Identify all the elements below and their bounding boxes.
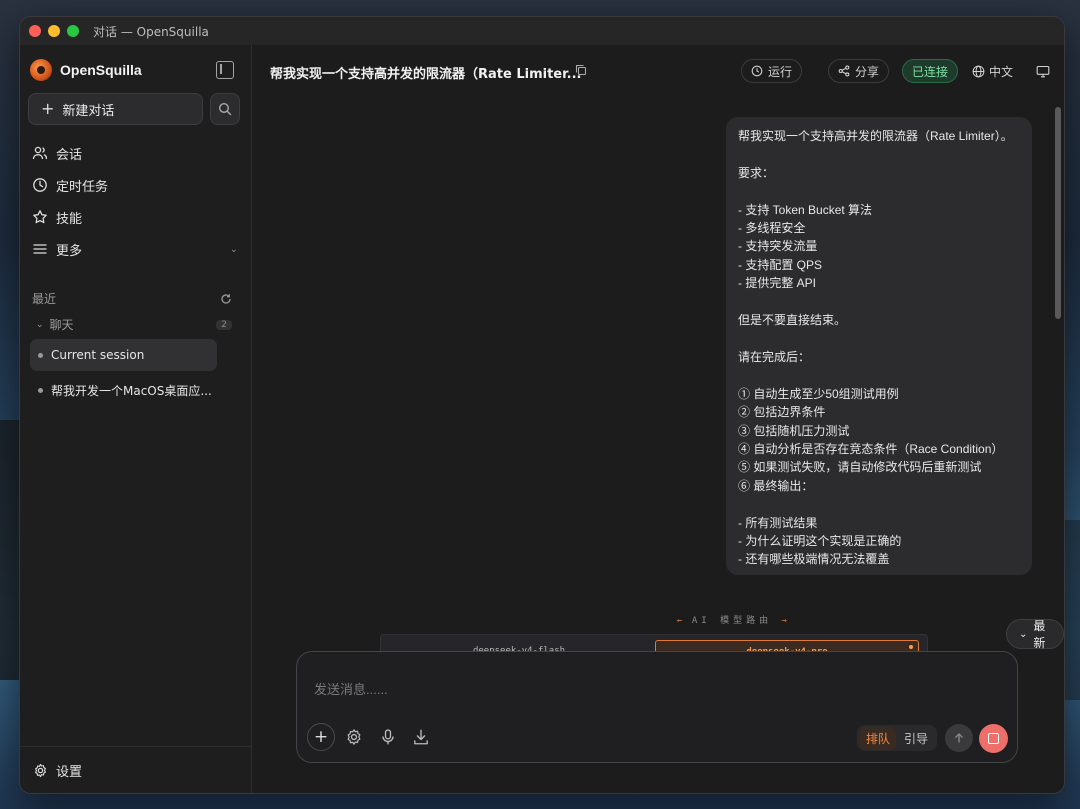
display-button[interactable] — [1036, 59, 1050, 83]
sidebar-item-label: 技能 — [56, 211, 83, 227]
settings-button[interactable]: 设置 — [20, 746, 251, 793]
share-label: 分享 — [855, 64, 880, 79]
new-chat-button[interactable]: + 新建对话 — [28, 93, 203, 125]
chevron-down-icon: ⌄ — [229, 243, 238, 255]
group-label: 聊天 — [49, 318, 74, 332]
mode-queue-option[interactable]: 排队 — [860, 726, 897, 750]
language-label: 中文 — [989, 64, 1014, 79]
mode-guide-option[interactable]: 引导 — [898, 727, 934, 750]
share-button[interactable]: 分享 — [828, 59, 890, 83]
session-label: Current session — [51, 348, 145, 362]
window-title: 对话 — OpenSquilla — [93, 25, 209, 39]
run-label: 运行 — [768, 64, 793, 79]
share-icon — [838, 65, 850, 77]
sidebar-toggle-icon[interactable] — [216, 61, 234, 79]
zoom-window-button[interactable] — [67, 25, 79, 37]
arrow-up-icon — [955, 733, 963, 743]
message-input[interactable] — [312, 668, 996, 710]
session-dot-icon — [38, 387, 43, 393]
plus-icon: + — [313, 727, 329, 747]
new-chat-label: 新建对话 — [62, 103, 115, 119]
globe-icon — [972, 65, 985, 77]
brand: OpenSquilla — [30, 59, 142, 81]
search-icon — [218, 102, 232, 116]
conversation-header: 帮我实现一个支持高并发的限流器（Rate Limiter... 运行 分享 已连… — [252, 45, 1064, 95]
connection-status-label: 已连接 — [912, 64, 949, 79]
star-icon — [33, 210, 47, 224]
user-message-bubble: 帮我实现一个支持高并发的限流器（Rate Limiter）。 要求： - 支持 … — [726, 117, 1032, 575]
sidebar-item-scheduled-tasks[interactable]: 定时任务 — [32, 169, 242, 201]
minimize-window-button[interactable] — [48, 25, 60, 37]
sidebar-item-label: 会话 — [56, 147, 83, 163]
clock-icon — [751, 65, 763, 77]
sidebar-item-label: 更多 — [56, 243, 83, 259]
group-chat[interactable]: ⌄ 聊天 2 — [36, 316, 232, 333]
main-panel: 帮我实现一个支持高并发的限流器（Rate Limiter... 运行 分享 已连… — [252, 45, 1064, 793]
message-composer: + 排队 引导 — [296, 651, 1018, 763]
chevron-down-icon: ⌄ — [36, 319, 44, 330]
brand-name: OpenSquilla — [60, 62, 142, 78]
latest-label: 最新 — [1033, 619, 1046, 650]
titlebar: 对话 — OpenSquilla — [20, 17, 1064, 45]
recent-header: 最近 — [32, 290, 232, 307]
settings-label: 设置 — [56, 764, 83, 780]
clock-icon — [33, 178, 47, 192]
send-button[interactable] — [945, 724, 973, 752]
arrow-right-icon: → — [781, 616, 787, 626]
gear-icon — [35, 763, 46, 777]
squid-logo-icon — [30, 59, 52, 81]
monitor-icon — [1036, 65, 1050, 77]
session-item[interactable]: 帮我开发一个MacOS桌面应... — [30, 374, 217, 406]
scrollbar-thumb[interactable] — [1055, 107, 1061, 319]
add-attachment-button[interactable]: + — [307, 723, 335, 751]
plus-icon: + — [41, 99, 55, 118]
chevron-down-icon: ⌄ — [1019, 628, 1028, 640]
copy-icon[interactable] — [575, 64, 587, 76]
menu-icon — [33, 244, 47, 254]
language-selector[interactable]: 中文 — [972, 59, 1013, 83]
conversation-title: 帮我实现一个支持高并发的限流器（Rate Limiter... — [270, 67, 582, 82]
sidebar-nav: 会话 定时任务 技能 更多 ⌄ — [32, 137, 242, 265]
sidebar-item-skills[interactable]: 技能 — [32, 201, 242, 233]
count-badge: 2 — [216, 319, 232, 330]
app-window: 对话 — OpenSquilla OpenSquilla + 新建对话 会话 定… — [19, 16, 1065, 794]
scroll-to-latest-button[interactable]: ⌄ 最新 — [1006, 619, 1064, 650]
session-label: 帮我开发一个MacOS桌面应... — [51, 383, 212, 398]
model-router-label: ← AI 模型路由 → — [582, 613, 882, 626]
router-label: AI 模型路由 — [691, 616, 773, 626]
settings-gear-icon[interactable] — [345, 728, 363, 746]
sidebar: OpenSquilla + 新建对话 会话 定时任务 技能 更多 ⌄ 最近 ⌄ … — [20, 45, 252, 793]
run-button[interactable]: 运行 — [741, 59, 803, 83]
session-dot-icon — [38, 352, 43, 358]
arrow-left-icon: ← — [677, 616, 683, 626]
sidebar-item-label: 定时任务 — [56, 179, 109, 195]
send-mode-toggle: 排队 引导 — [857, 725, 938, 751]
users-icon — [32, 146, 48, 160]
connection-status-badge: 已连接 — [902, 59, 959, 83]
download-icon[interactable] — [412, 728, 430, 746]
refresh-icon[interactable] — [220, 293, 232, 305]
search-button[interactable] — [210, 93, 240, 125]
sidebar-item-more[interactable]: 更多 ⌄ — [32, 233, 242, 265]
session-item-current[interactable]: Current session — [30, 339, 217, 371]
stop-icon — [988, 733, 999, 744]
microphone-icon[interactable] — [379, 728, 397, 746]
close-window-button[interactable] — [29, 25, 41, 37]
recent-label: 最近 — [32, 292, 57, 306]
sidebar-item-sessions[interactable]: 会话 — [32, 137, 242, 169]
stop-button[interactable] — [979, 724, 1008, 753]
